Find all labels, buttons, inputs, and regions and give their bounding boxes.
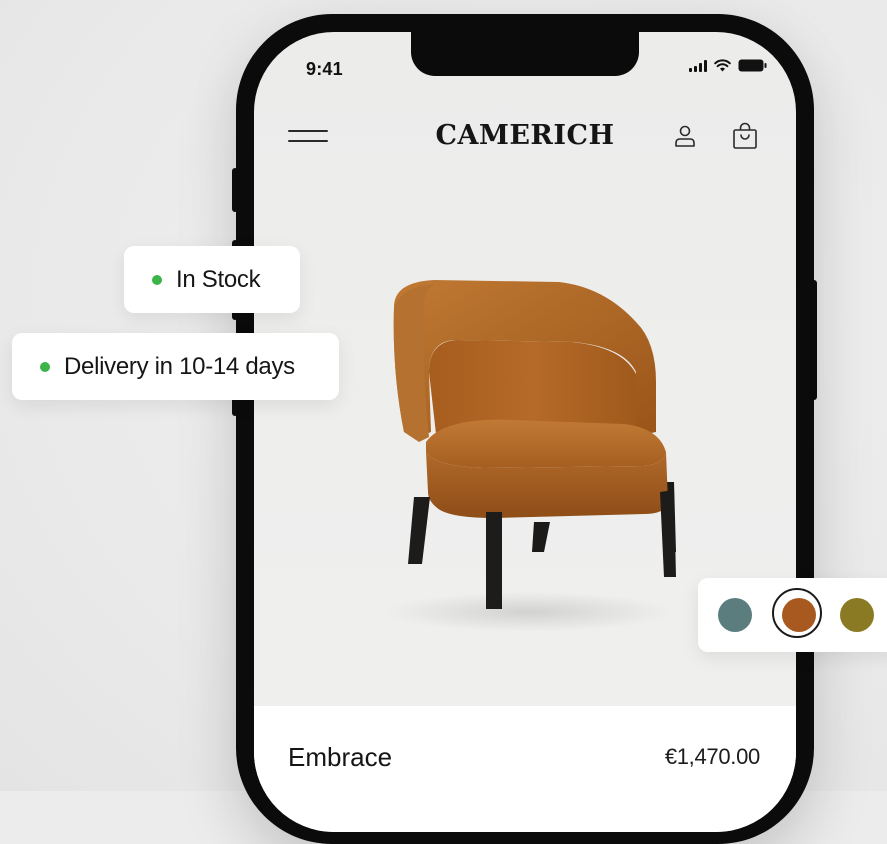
in-stock-label: In Stock <box>176 265 261 293</box>
battery-icon <box>738 59 767 72</box>
color-swatch-panel <box>698 578 887 652</box>
color-swatch-cognac[interactable] <box>782 598 816 632</box>
brand-logo[interactable]: CAMERICH <box>254 120 796 151</box>
phone-screen: 9:41 CAMERICH Embrace €1,470.00 <box>254 32 796 832</box>
app-header: CAMERICH <box>254 118 796 158</box>
color-swatch-teal[interactable] <box>718 598 752 632</box>
signal-icon <box>689 59 707 72</box>
product-image <box>393 280 676 609</box>
color-swatch-olive[interactable] <box>840 598 874 632</box>
status-icons <box>689 59 768 72</box>
delivery-label: Delivery in 10-14 days <box>64 352 295 380</box>
status-time: 9:41 <box>306 59 343 79</box>
wifi-icon <box>714 59 731 72</box>
product-price: €1,470.00 <box>664 744 760 769</box>
status-dot-icon <box>152 274 162 285</box>
status-dot-icon <box>40 361 50 372</box>
product-name: Embrace <box>288 742 393 772</box>
shopping-bag-icon[interactable] <box>732 122 758 150</box>
product-info-bar[interactable]: Embrace €1,470.00 <box>254 706 796 832</box>
notch <box>411 32 639 76</box>
delivery-badge: Delivery in 10-14 days <box>12 333 339 400</box>
in-stock-badge: In Stock <box>124 246 300 313</box>
user-icon[interactable] <box>674 124 696 148</box>
